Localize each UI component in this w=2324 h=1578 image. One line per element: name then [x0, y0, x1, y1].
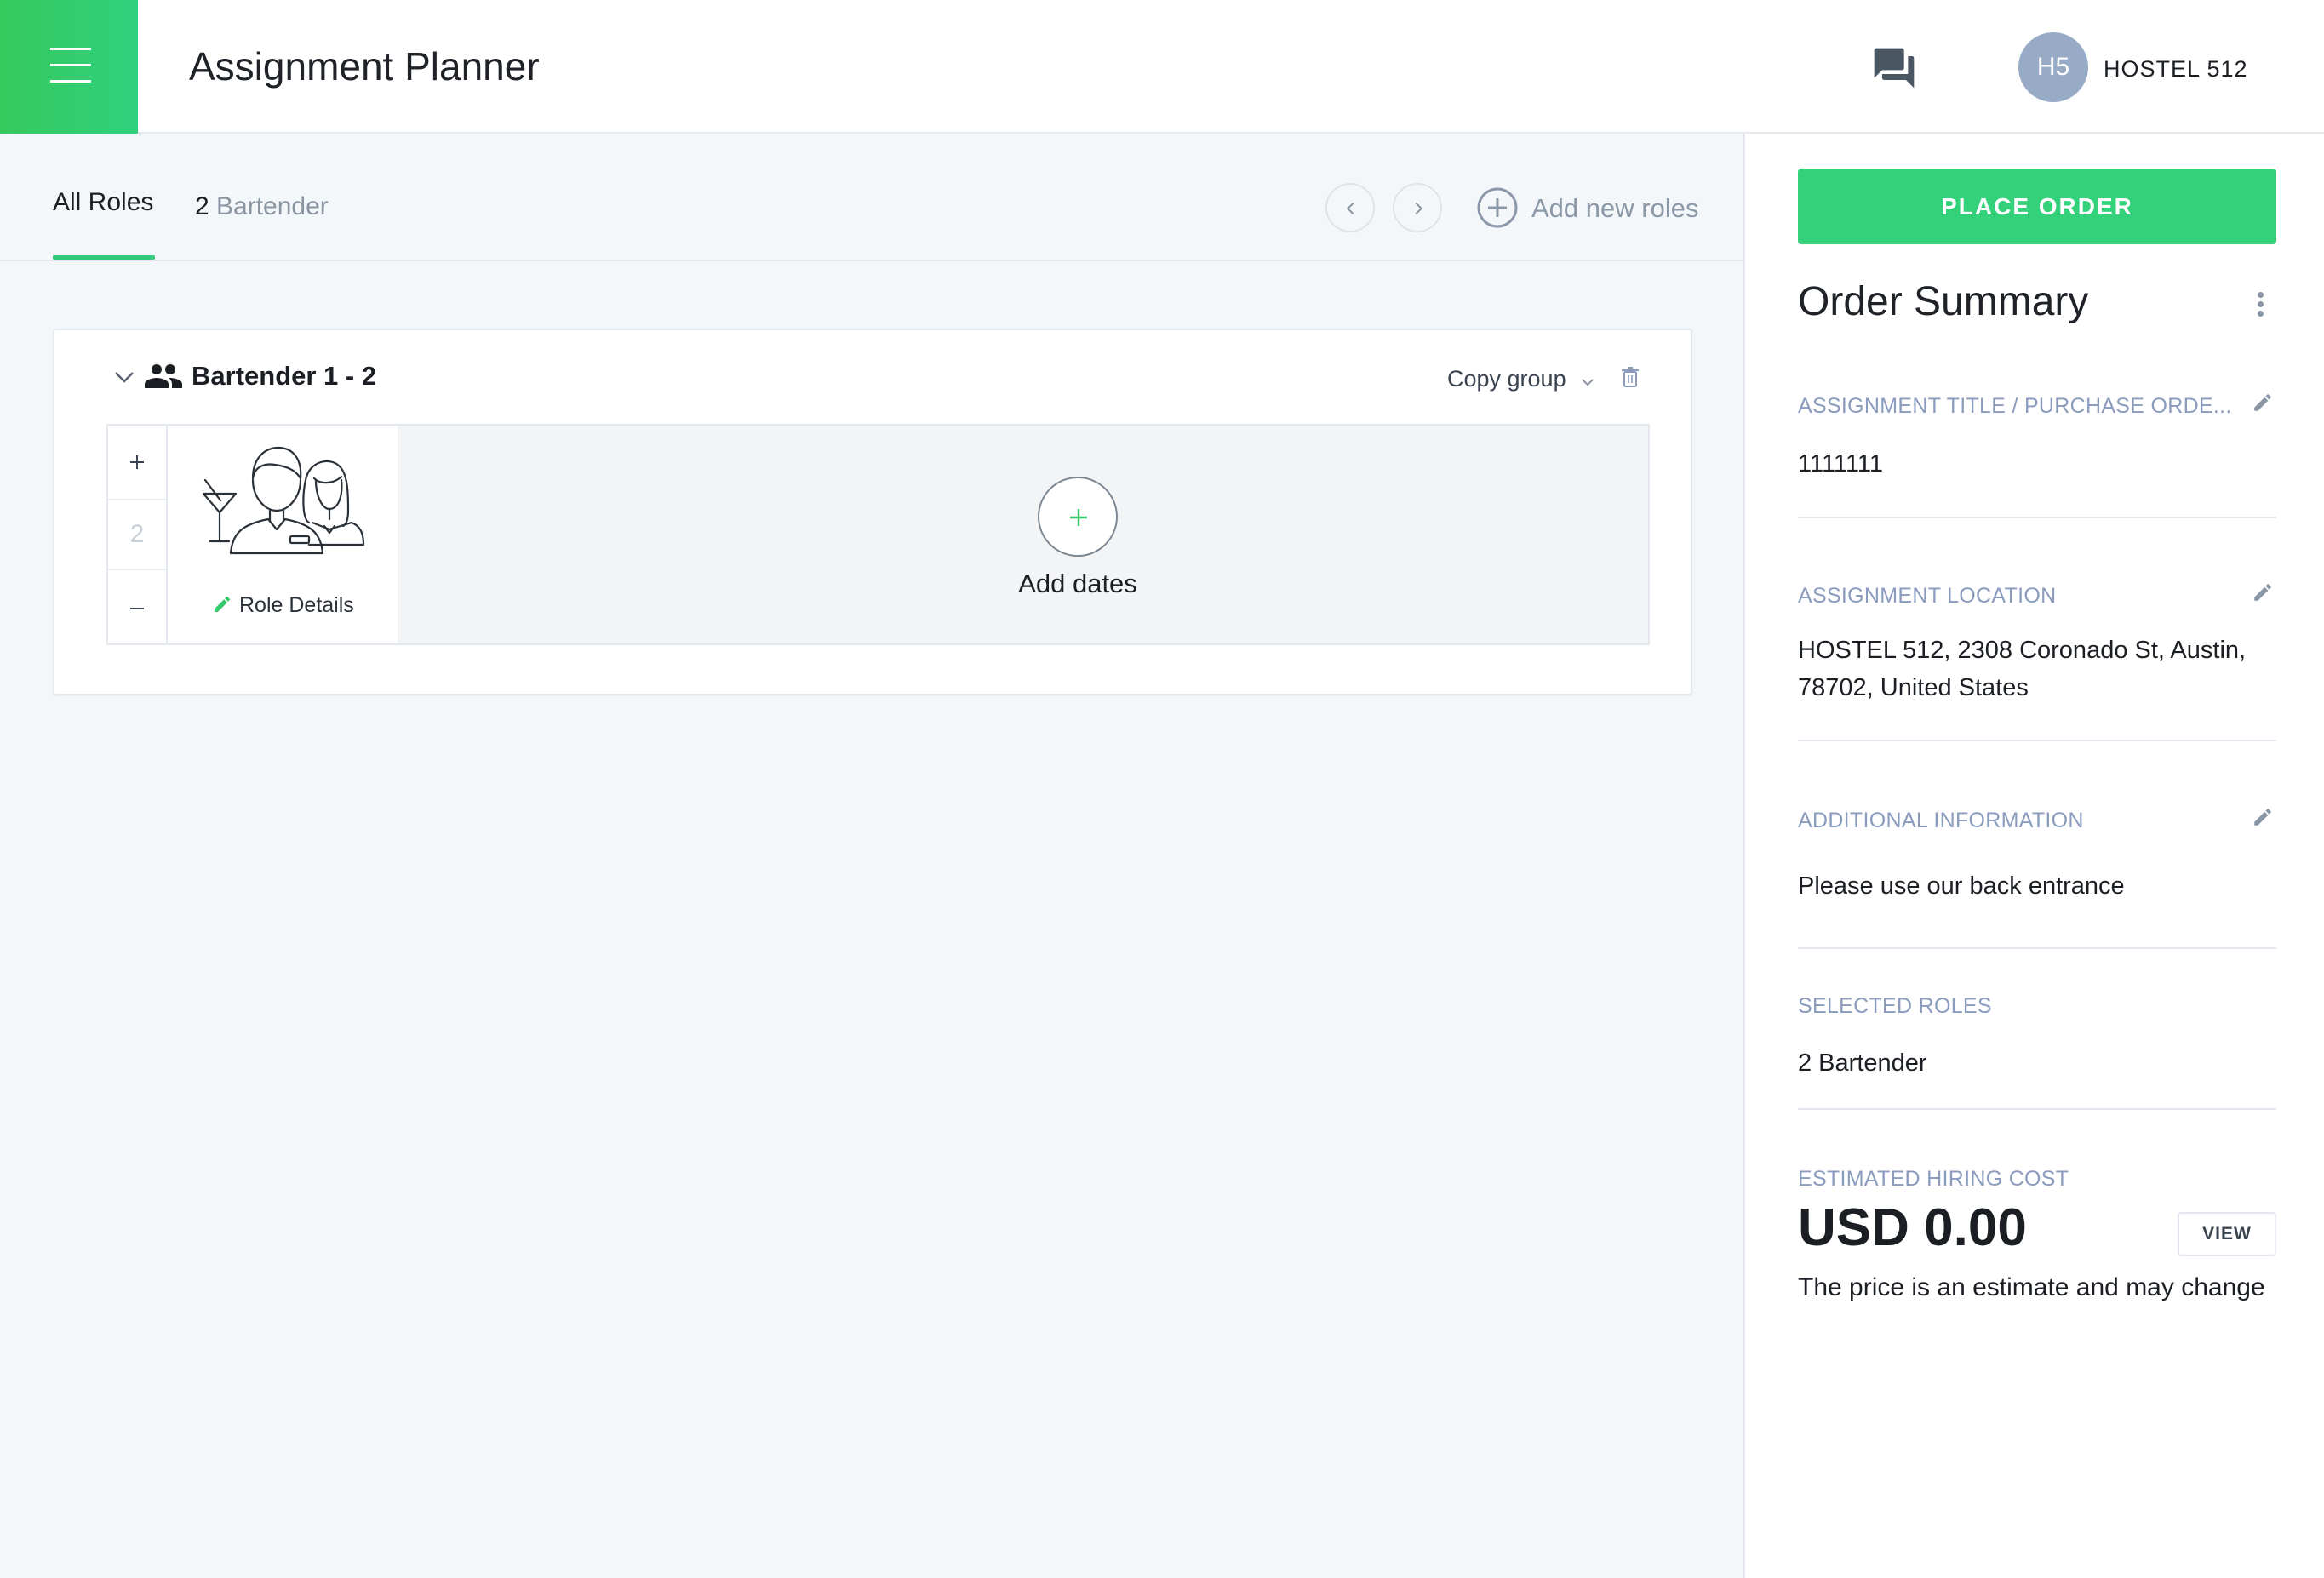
role-details-link[interactable]: Role Details — [212, 592, 354, 619]
minus-icon — [130, 608, 144, 609]
order-summary-panel: PLACE ORDER Order Summary ASSIGNMENT TIT… — [1743, 134, 2324, 1578]
assignment-location-label: ASSIGNMENT LOCATION — [1798, 584, 2057, 608]
copy-group-dropdown[interactable]: Copy group — [1447, 364, 1594, 393]
cost-disclaimer: The price is an estimate and may change — [1798, 1273, 2265, 1301]
quantity-value: 2 — [108, 499, 166, 570]
add-dates-label[interactable]: Add dates — [990, 567, 1165, 601]
divider — [1798, 1108, 2276, 1110]
role-row: 2 Role Details Add dates — [106, 424, 1650, 645]
next-button[interactable] — [1393, 183, 1442, 232]
hamburger-icon-bar — [50, 80, 91, 83]
assignment-location-value: HOSTEL 512, 2308 Coronado St, Austin, 78… — [1798, 637, 2247, 701]
tab-role-count: 2 — [195, 192, 209, 220]
add-dates-button[interactable] — [1038, 477, 1118, 557]
menu-button[interactable] — [0, 0, 138, 134]
divider — [1798, 517, 2276, 518]
divider — [1798, 740, 2276, 741]
order-summary-title: Order Summary — [1798, 279, 2089, 324]
hamburger-icon-bar — [50, 64, 91, 66]
tab-bartender[interactable]: 2 Bartender — [195, 192, 329, 222]
pencil-icon[interactable] — [2252, 806, 2274, 828]
assignment-title-label: ASSIGNMENT TITLE / PURCHASE ORDE... — [1798, 394, 2232, 418]
add-new-roles-label: Add new roles — [1531, 193, 1699, 223]
previous-button[interactable] — [1325, 183, 1375, 232]
assignment-title-value: 1111111 — [1798, 450, 1883, 477]
chat-icon — [1874, 48, 1915, 89]
selected-roles-label: SELECTED ROLES — [1798, 994, 1992, 1018]
roles-tabs-bar: All Roles 2 Bartender Add new roles — [0, 134, 1743, 261]
chevron-left-icon — [1346, 202, 1354, 215]
role-details-label: Role Details — [239, 593, 354, 617]
more-options-icon[interactable] — [2252, 292, 2269, 326]
tab-role-label: Bartender — [216, 192, 329, 220]
view-cost-button[interactable]: VIEW — [2178, 1212, 2276, 1256]
role-tile[interactable]: Role Details — [168, 426, 398, 643]
quantity-stepper: 2 — [108, 426, 168, 643]
plus-circle-icon — [1477, 187, 1518, 228]
divider — [1798, 947, 2276, 949]
increment-button[interactable] — [108, 426, 166, 499]
place-order-button[interactable]: PLACE ORDER — [1798, 169, 2276, 244]
decrement-button[interactable] — [108, 570, 166, 643]
avatar[interactable]: H5 — [2018, 32, 2088, 102]
chevron-right-icon — [1415, 202, 1423, 215]
hamburger-icon — [50, 48, 91, 50]
plus-icon — [1070, 509, 1087, 526]
bartender-illustration — [202, 446, 365, 555]
pencil-icon — [215, 596, 231, 612]
chevron-down-icon[interactable] — [113, 370, 135, 384]
chat-button[interactable] — [1869, 44, 1919, 92]
page-title: Assignment Planner — [189, 44, 540, 89]
additional-information-value: Please use our back entrance — [1798, 872, 2125, 900]
copy-group-label: Copy group — [1447, 366, 1566, 392]
pencil-icon[interactable] — [2252, 392, 2274, 414]
estimated-hiring-cost-value: USD 0.00 — [1798, 1198, 2027, 1257]
chevron-down-icon — [1582, 379, 1594, 386]
trash-icon[interactable] — [1621, 366, 1640, 388]
top-bar: Assignment Planner H5 HOSTEL 512 — [0, 0, 2324, 134]
selected-roles-value: 2 Bartender — [1798, 1049, 1927, 1077]
role-group-card: Bartender 1 - 2 Copy group 2 Role Detail… — [53, 329, 1692, 695]
plus-icon — [130, 455, 144, 469]
pencil-icon[interactable] — [2252, 581, 2274, 603]
group-title: Bartender 1 - 2 — [192, 361, 377, 391]
tab-all-roles[interactable]: All Roles — [53, 187, 153, 218]
estimated-hiring-cost-label: ESTIMATED HIRING COST — [1798, 1167, 2069, 1191]
active-tab-indicator — [53, 255, 155, 260]
account-name[interactable]: HOSTEL 512 — [2104, 54, 2248, 83]
additional-information-label: ADDITIONAL INFORMATION — [1798, 809, 2084, 832]
people-icon — [145, 364, 182, 388]
